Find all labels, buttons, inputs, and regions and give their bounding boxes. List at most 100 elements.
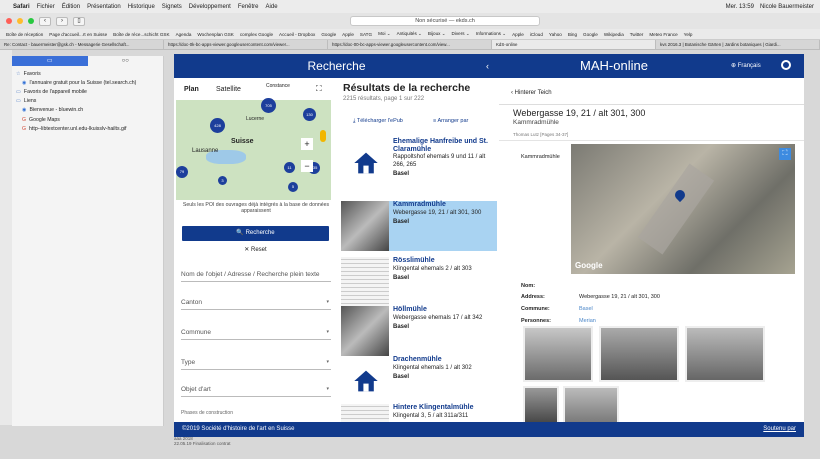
menu-item[interactable]: Édition	[62, 4, 80, 10]
aerial-photo[interactable]: ⛶ Google	[571, 144, 795, 274]
sidebar-item[interactable]: ◉ l'annuaire gratuit pour la Suisse (tel.…	[12, 78, 163, 87]
fullscreen-icon[interactable]: ⛶	[316, 84, 322, 94]
bookmark-item[interactable]: Antiquités ⌄	[397, 31, 422, 37]
menu-item[interactable]: Fenêtre	[238, 4, 259, 10]
bookmark-item[interactable]: Yahoo	[549, 32, 562, 37]
result-item[interactable]: Drachenmühle Klingental ehemals 1 / alt 3…	[341, 356, 497, 406]
sidebar-item[interactable]: G Google Maps	[12, 115, 163, 124]
bookmark-item[interactable]: iCloud	[530, 32, 543, 37]
bookmark-item[interactable]: Apple	[342, 32, 354, 37]
field-value[interactable]: Merian	[579, 318, 596, 324]
reset-button[interactable]: ✕ Reset	[182, 246, 329, 253]
result-item[interactable]: Kammradmühle Webergasse 19, 21 / alt 301,…	[341, 201, 497, 251]
menu-item[interactable]: Signets	[162, 4, 182, 10]
clock[interactable]: Mer. 13:59	[726, 4, 754, 10]
sidebar-item[interactable]: ▭ Liens	[12, 97, 163, 106]
bookmark-item[interactable]: complex Google	[240, 32, 273, 37]
zoom-out-icon[interactable]: −	[301, 160, 313, 172]
address-bar[interactable]: Non sécurisé — ekds.ch	[350, 16, 540, 26]
objet-select[interactable]: Objet d'art ▾	[181, 386, 331, 397]
map-cluster[interactable]: 130	[303, 108, 316, 121]
bookmark-item[interactable]: Accueil - Dropbox	[279, 32, 315, 37]
map-cluster[interactable]: 428	[210, 118, 225, 133]
photo-thumbnail[interactable]	[685, 326, 765, 382]
glasses-icon[interactable]: ○○	[88, 56, 164, 66]
bookmark-item[interactable]: Agenda	[176, 32, 192, 37]
map-tab-satellite[interactable]: Satellite	[216, 86, 241, 93]
menu-item[interactable]: Historique	[128, 4, 155, 10]
map-cluster[interactable]: 11	[284, 162, 295, 173]
map-cluster[interactable]: 79	[176, 166, 188, 178]
photo-thumbnail[interactable]	[523, 386, 559, 422]
minimize-window-button[interactable]	[17, 18, 23, 24]
browser-tab[interactable]: Re: Contact - bauermeister@gsk.ch - Mess…	[0, 40, 164, 49]
menu-item[interactable]: Fichier	[37, 4, 55, 10]
map[interactable]: Plan Satellite ⛶ Lausanne Suisse Lucerne…	[176, 80, 331, 200]
field-value[interactable]: Basel	[579, 306, 593, 312]
bookmark-item[interactable]: Bing	[568, 32, 577, 37]
book-icon[interactable]: ▭	[12, 56, 88, 66]
sidebar-toggle-icon[interactable]: ▯	[73, 16, 85, 26]
bookmark-item[interactable]: Bijoux ⌄	[428, 31, 446, 37]
bookmark-item[interactable]: Boîte de réce...schicht GSK	[113, 32, 169, 37]
back-link[interactable]: ‹ Hinterer Teich	[511, 90, 552, 96]
bookmark-item[interactable]: Google	[583, 32, 598, 37]
canton-select[interactable]: Canton ▾	[181, 299, 331, 310]
browser-tab[interactable]: https://doc-00-bc-apps-viewer.googleuser…	[328, 40, 492, 49]
bookmark-item[interactable]: Yelp	[684, 32, 693, 37]
close-window-button[interactable]	[6, 18, 12, 24]
bookmark-item[interactable]: SATG	[360, 32, 372, 37]
zoom-window-button[interactable]	[28, 18, 34, 24]
bookmark-item[interactable]: Boîte de réception	[6, 32, 43, 37]
sidebar-item[interactable]: ◉ Bienvenue - bluewin.ch	[12, 106, 163, 115]
pegman-icon[interactable]	[320, 130, 326, 142]
result-item[interactable]: Hintere Klingentalmühle Klingental 3, 5 /…	[341, 404, 497, 422]
bookmark-item[interactable]: Twitter	[630, 32, 644, 37]
bookmark-item[interactable]: Divers ⌄	[452, 31, 470, 37]
epub-download-button[interactable]: ⤓ Télécharger l'ePub	[353, 118, 403, 125]
sidebar-item[interactable]: Ghttp--libtextcenter.unl.edu-lkuisslv-ha…	[12, 124, 163, 133]
search-button[interactable]: 🔍 Recherche	[182, 226, 329, 241]
text-search-input[interactable]: Nom de l'objet / Adresse / Recherche ple…	[181, 271, 331, 282]
map-cluster[interactable]: 3	[218, 176, 227, 185]
commune-select[interactable]: Commune ▾	[181, 329, 331, 340]
sidebar-item[interactable]: ☆ Favoris	[12, 69, 163, 78]
menu-app[interactable]: Safari	[13, 4, 30, 10]
user-icon[interactable]	[781, 60, 791, 70]
sidebar-item[interactable]: ▭ Favoris de l'appareil mobile	[12, 87, 163, 96]
bookmark-item[interactable]: Wikipedia	[604, 32, 624, 37]
bookmark-item[interactable]: Page d'accueil...rt en Suisse	[49, 32, 107, 37]
sponsor-link[interactable]: Soutenu par	[763, 422, 796, 437]
bookmark-item[interactable]: Google	[321, 32, 336, 37]
type-select[interactable]: Type ▾	[181, 359, 331, 370]
browser-tab[interactable]: https://doc-0k-bc-apps-viewer.googleuser…	[164, 40, 328, 49]
bookmark-item[interactable]: Informations ⌄	[476, 31, 506, 37]
result-item[interactable]: Höllmühle Webergasse ehemals 17 / alt 342…	[341, 306, 497, 356]
photo-thumbnail[interactable]	[563, 386, 619, 422]
menu-item[interactable]: Présentation	[87, 4, 121, 10]
language-selector[interactable]: ⊕ Français	[731, 54, 761, 78]
browser-tab[interactable]: KdS-online	[492, 40, 656, 49]
bookmark-item[interactable]: Apple	[512, 32, 524, 37]
map-tab-plan[interactable]: Plan	[184, 86, 199, 93]
result-item[interactable]: Rösslimühle Klingental ehemals 2 / alt 30…	[341, 257, 497, 307]
collapse-chevron-icon[interactable]: ‹	[486, 54, 489, 78]
result-item[interactable]: Ehemalige Hanfreibe und St. Claramühle Ra…	[341, 138, 497, 188]
forward-icon[interactable]: ›	[56, 16, 68, 26]
photo-thumbnail[interactable]	[523, 326, 593, 382]
map-cluster[interactable]: 5	[288, 182, 298, 192]
menu-item[interactable]: Développement	[189, 4, 231, 10]
arrange-button[interactable]: ≡ Arranger par	[433, 118, 468, 124]
photo-thumbnail[interactable]	[599, 326, 679, 382]
back-icon[interactable]: ‹	[39, 16, 51, 26]
menu-item[interactable]: Aide	[266, 4, 278, 10]
results-panel: Résultats de la recherche 2215 résultats…	[337, 78, 499, 422]
bookmark-item[interactable]: Moi ⌄	[378, 31, 391, 37]
bookmark-item[interactable]: Wochenplan GSK	[197, 32, 233, 37]
browser-tab[interactable]: kvs 2016.3 | Botanische Gärten | Jardins…	[656, 40, 820, 49]
map-cluster[interactable]: 705	[261, 98, 276, 113]
fullscreen-icon[interactable]: ⛶	[779, 148, 791, 160]
zoom-in-icon[interactable]: +	[301, 138, 313, 150]
user-name[interactable]: Nicole Bauermeister	[760, 4, 814, 10]
bookmark-item[interactable]: Meteo France	[649, 32, 677, 37]
